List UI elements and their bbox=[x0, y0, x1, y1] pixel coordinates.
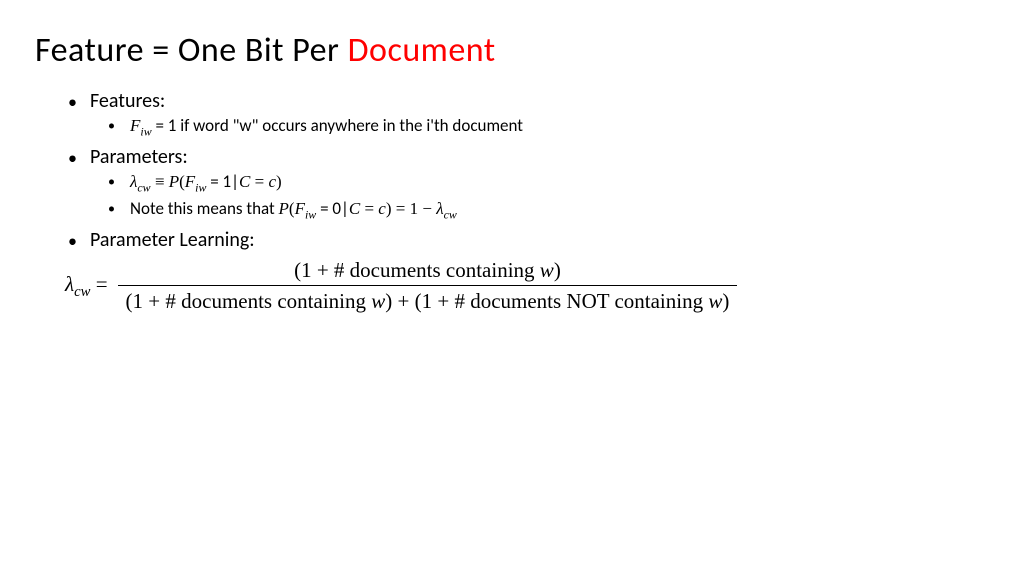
features-section: Features: Fiw = 1 if word "w" occurs any… bbox=[90, 89, 989, 139]
symbol-c: c bbox=[268, 172, 276, 191]
features-text: = 1 if word "w" occurs anywhere in the i… bbox=[152, 115, 523, 136]
learning-section: Parameter Learning: bbox=[90, 228, 989, 252]
note-prefix: Note this means that bbox=[130, 198, 279, 219]
subscript-iw: iw bbox=[305, 207, 316, 221]
symbol-F: F bbox=[130, 116, 140, 135]
symbol-P: P bbox=[169, 172, 179, 191]
learning-formula: λcw = (1 + # documents containing w) (1 … bbox=[65, 258, 989, 314]
den-end: ) bbox=[722, 289, 729, 313]
parameter-note: Note this means that P(Fiw = 0|C = c) = … bbox=[130, 198, 989, 222]
num-text: (1 + # documents containing bbox=[294, 258, 540, 282]
symbol-C: C bbox=[239, 172, 250, 191]
parameters-section: Parameters: λcw ≡ P(Fiw = 1|C = c) Note … bbox=[90, 145, 989, 222]
symbol-w: w bbox=[708, 289, 722, 313]
fraction: (1 + # documents containing w) (1 + # do… bbox=[118, 258, 738, 314]
learning-label: Parameter Learning: bbox=[90, 228, 255, 252]
symbol-C: C bbox=[349, 199, 360, 218]
equiv-symbol: ≡ bbox=[151, 172, 169, 191]
denominator: (1 + # documents containing w) + (1 + # … bbox=[118, 285, 738, 314]
symbol-P: P bbox=[279, 199, 289, 218]
features-label: Features: bbox=[90, 89, 165, 113]
title-prefix: Feature = One Bit Per bbox=[35, 30, 348, 71]
symbol-c: c bbox=[378, 199, 386, 218]
subscript-iw: iw bbox=[140, 124, 151, 138]
param-mid: = 1| bbox=[206, 171, 239, 192]
lhs-eq: = bbox=[90, 272, 107, 296]
symbol-w: w bbox=[371, 289, 385, 313]
subscript-iw: iw bbox=[195, 181, 206, 195]
parameters-label: Parameters: bbox=[90, 145, 188, 169]
subscript-cw: cw bbox=[137, 181, 150, 195]
den-a: (1 + # documents containing bbox=[126, 289, 372, 313]
symbol-F: F bbox=[295, 199, 305, 218]
numerator: (1 + # documents containing w) bbox=[286, 258, 569, 285]
symbol-lambda: λ bbox=[65, 272, 74, 296]
content-list: Features: Fiw = 1 if word "w" occurs any… bbox=[35, 89, 989, 252]
num-close: ) bbox=[554, 258, 561, 282]
close-paren: ) bbox=[276, 172, 282, 191]
subscript-cw: cw bbox=[74, 284, 90, 300]
symbol-lambda: λ bbox=[436, 199, 443, 218]
parameter-definition: λcw ≡ P(Fiw = 1|C = c) bbox=[130, 171, 989, 195]
eq-symbol: = bbox=[250, 172, 268, 191]
symbol-F: F bbox=[185, 172, 195, 191]
note-mid: = 0| bbox=[316, 198, 349, 219]
subscript-cw: cw bbox=[444, 207, 457, 221]
eq-symbol: = bbox=[360, 199, 378, 218]
slide-title: Feature = One Bit Per Document bbox=[35, 30, 989, 71]
symbol-w: w bbox=[540, 258, 554, 282]
title-highlight: Document bbox=[348, 30, 496, 71]
features-definition: Fiw = 1 if word "w" occurs anywhere in t… bbox=[130, 115, 989, 139]
den-mid: ) + (1 + # documents NOT containing bbox=[385, 289, 708, 313]
note-end: = 1 − bbox=[392, 199, 437, 218]
